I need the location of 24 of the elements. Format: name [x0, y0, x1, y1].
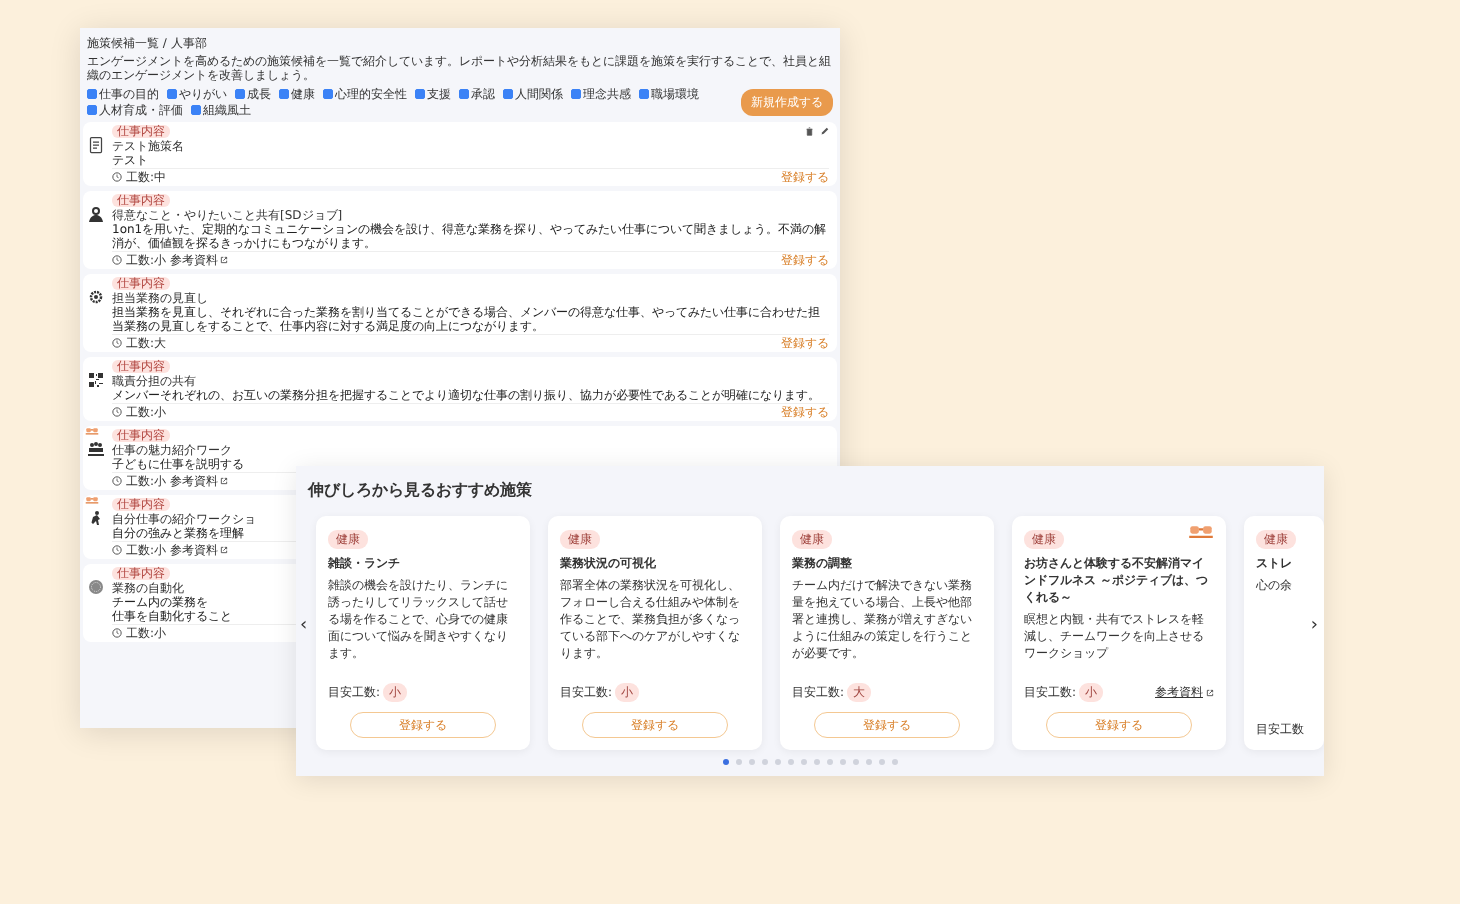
page-dot[interactable]: [774, 759, 781, 765]
page-dot[interactable]: [748, 759, 755, 765]
gear-icon: [86, 287, 106, 307]
page-dot[interactable]: [761, 759, 768, 765]
page-dot[interactable]: [878, 759, 885, 765]
page-dot[interactable]: [787, 759, 794, 765]
page-dot[interactable]: [800, 759, 807, 765]
page-dot[interactable]: [891, 759, 898, 765]
qr-code-icon: [86, 370, 106, 390]
delete-icon[interactable]: [805, 127, 814, 136]
panel-title: 伸びしろから見るおすすめ施策: [305, 478, 534, 502]
edit-icon[interactable]: [820, 127, 829, 136]
globe-icon: [86, 577, 106, 597]
previous-button[interactable]: ‹: [296, 614, 312, 635]
figure-icon: [86, 508, 106, 528]
page-dot[interactable]: [826, 759, 833, 765]
page-dot[interactable]: [839, 759, 846, 765]
page-dot[interactable]: [865, 759, 872, 765]
page-dot[interactable]: [813, 759, 820, 765]
page-dot[interactable]: [852, 759, 859, 765]
next-button[interactable]: ›: [1306, 614, 1322, 635]
page-dot[interactable]: [722, 759, 729, 765]
page-dot[interactable]: [735, 759, 742, 765]
group-icon: [86, 439, 106, 459]
